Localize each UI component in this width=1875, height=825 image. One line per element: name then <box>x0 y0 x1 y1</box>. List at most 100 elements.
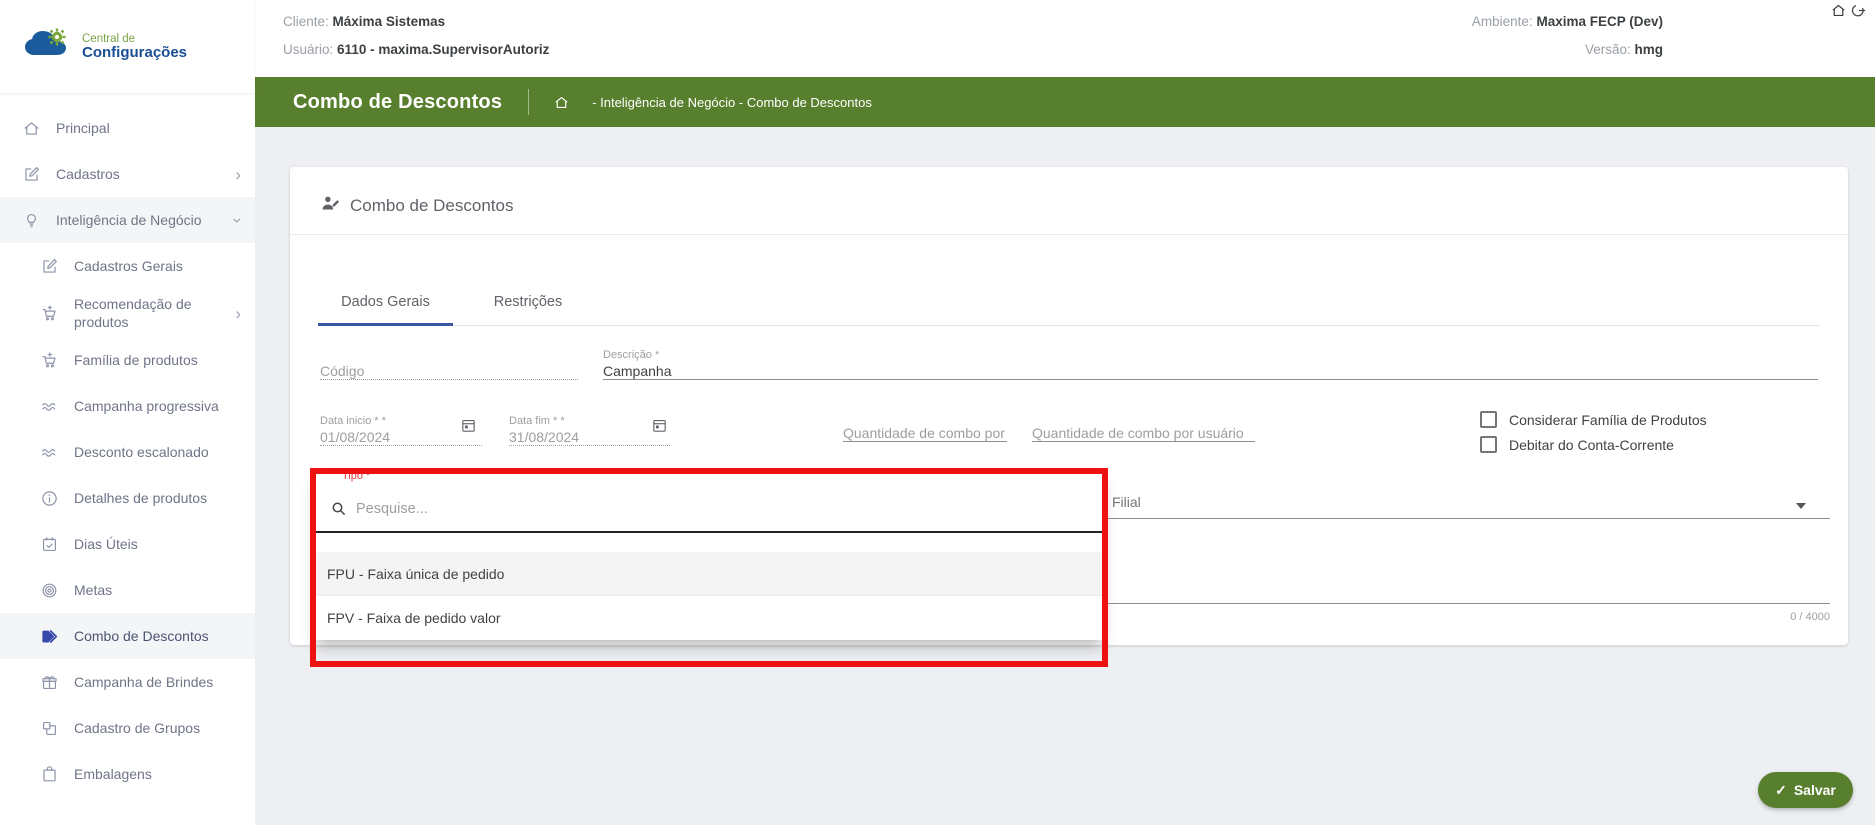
header-divider <box>528 89 529 115</box>
sidebar: PrincipalCadastros›Inteligência de Negóc… <box>0 93 255 825</box>
dropdown-option[interactable]: FPU - Faixa única de pedido <box>316 552 1102 596</box>
data-inicio-input[interactable] <box>320 429 482 446</box>
dropdown-options: FPU - Faixa única de pedidoFPV - Faixa d… <box>316 552 1102 640</box>
version-label: Versão: <box>1585 42 1631 57</box>
sidebar-item-cadastros[interactable]: Cadastros › <box>0 151 255 197</box>
edit-icon <box>22 165 41 184</box>
sidebar-item-label: Família de produtos <box>74 345 241 375</box>
sidebar-item-inteligencia-de-negocio[interactable]: Inteligência de Negócio › <box>0 197 255 243</box>
sidebar-item-campanha-progressiva[interactable]: Campanha progressiva <box>0 383 255 429</box>
char-counter: 0 / 4000 <box>1790 611 1830 623</box>
breadcrumb: - Inteligência de Negócio - Combo de Des… <box>592 95 872 110</box>
user-info: Usuário: 6110 - maxima.SupervisorAutoriz <box>283 42 549 57</box>
cart-icon <box>40 351 59 370</box>
sidebar-item-detalhes-de-produtos[interactable]: Detalhes de produtos <box>0 475 255 521</box>
calendar-icon[interactable] <box>460 417 477 434</box>
codigo-input[interactable] <box>320 363 578 380</box>
home-icon[interactable] <box>1830 2 1847 19</box>
card-title: Combo de Descontos <box>350 196 513 216</box>
sidebar-item-label: Cadastros <box>56 159 220 189</box>
save-button-label: Salvar <box>1794 782 1836 798</box>
qtd-combo-cliente-input[interactable] <box>843 425 1007 442</box>
app-logo[interactable]: Central de Configurações <box>0 0 255 93</box>
app-logo-text: Central de Configurações <box>82 33 187 61</box>
logo-line2: Configurações <box>82 45 187 61</box>
dropdown-option[interactable]: FPV - Faixa de pedido valor <box>316 596 1102 640</box>
checkbox-icon[interactable] <box>1480 411 1497 428</box>
sidebar-item-label: Combo de Descontos <box>74 621 241 651</box>
search-underline <box>316 531 1102 533</box>
checkbox-label: Debitar do Conta-Corrente <box>1509 437 1674 453</box>
sidebar-item-label: Inteligência de Negócio <box>56 205 220 235</box>
sidebar-item-principal[interactable]: Principal <box>0 105 255 151</box>
chevron-down-icon: › <box>230 217 247 223</box>
filial-underline <box>1100 518 1830 519</box>
home-icon <box>22 119 41 138</box>
target-icon <box>40 581 59 600</box>
save-button[interactable]: ✓ Salvar <box>1758 772 1853 808</box>
tipo-dropdown-panel: FPU - Faixa única de pedidoFPV - Faixa d… <box>316 474 1102 640</box>
waves-icon <box>40 443 59 462</box>
calendar-icon[interactable] <box>651 417 668 434</box>
edit-icon <box>40 257 59 276</box>
chevron-right-icon: › <box>235 166 241 183</box>
checkbox-icon[interactable] <box>1480 436 1497 453</box>
chevron-right-icon: › <box>235 305 241 322</box>
user-value: 6110 - maxima.SupervisorAutoriz <box>337 42 549 57</box>
version-info: Versão: hmg <box>1585 42 1663 57</box>
environment-info: Ambiente: Maxima FECP (Dev) <box>1472 14 1663 29</box>
dropdown-search-input[interactable] <box>356 501 1036 517</box>
groups-icon <box>40 719 59 738</box>
filial-label: Filial <box>1112 494 1141 510</box>
tab-baseline <box>318 325 1820 326</box>
sidebar-item-label: Campanha de Brindes <box>74 667 241 697</box>
active-tab-indicator <box>318 323 453 326</box>
tab-dados-gerais[interactable]: Dados Gerais <box>318 279 453 325</box>
sidebar-item-label: Campanha progressiva <box>74 391 241 421</box>
sidebar-item-combo-de-descontos[interactable]: Combo de Descontos <box>0 613 255 659</box>
sidebar-item-desconto-escalonado[interactable]: Desconto escalonado <box>0 429 255 475</box>
page-header: Combo de Descontos - Inteligência de Neg… <box>255 77 1875 127</box>
cart-icon <box>40 304 59 323</box>
qtd-combo-usuario-input[interactable] <box>1032 425 1255 442</box>
package-icon <box>40 765 59 784</box>
tag-icon <box>40 627 59 646</box>
environment-value: Maxima FECP (Dev) <box>1536 14 1663 29</box>
logo-line1: Central de <box>82 33 187 45</box>
sidebar-item-label: Dias Úteis <box>74 529 241 559</box>
sidebar-item-cadastros-gerais[interactable]: Cadastros Gerais <box>0 243 255 289</box>
breadcrumb-home-icon[interactable] <box>553 94 570 111</box>
sidebar-item-label: Metas <box>74 575 241 605</box>
sidebar-item-campanha-de-brindes[interactable]: Campanha de Brindes <box>0 659 255 705</box>
tab-bar: Dados GeraisRestrições <box>318 279 603 325</box>
sidebar-item-label: Recomendação de produtos <box>74 289 220 337</box>
search-icon <box>330 500 348 518</box>
logout-icon[interactable] <box>1850 2 1867 19</box>
tipo-label: Tipo * <box>342 470 370 482</box>
sidebar-item-metas[interactable]: Metas <box>0 567 255 613</box>
checkbox-label: Considerar Família de Produtos <box>1509 412 1707 428</box>
card-divider <box>290 234 1848 235</box>
sidebar-item-cadastro-de-grupos[interactable]: Cadastro de Grupos <box>0 705 255 751</box>
checkbox-considerar-familia-de-produtos[interactable]: Considerar Família de Produtos <box>1480 411 1707 428</box>
version-value: hmg <box>1635 42 1664 57</box>
client-info: Cliente: Máxima Sistemas <box>283 14 445 29</box>
sidebar-item-label: Principal <box>56 113 241 143</box>
checkbox-debitar-do-conta-corrente[interactable]: Debitar do Conta-Corrente <box>1480 436 1674 453</box>
environment-label: Ambiente: <box>1472 14 1533 29</box>
sidebar-item-label: Cadastros Gerais <box>74 251 241 281</box>
data-fim-label: Data fim * * <box>509 415 565 427</box>
tab-restricoes[interactable]: Restrições <box>453 279 603 325</box>
sidebar-item-recomendacao-de-produtos[interactable]: Recomendação de produtos › <box>0 289 255 337</box>
cloud-gear-logo-icon <box>22 27 74 66</box>
waves-icon <box>40 397 59 416</box>
data-fim-input[interactable] <box>509 429 670 446</box>
sidebar-item-embalagens[interactable]: Embalagens <box>0 751 255 797</box>
sidebar-item-label: Embalagens <box>74 759 241 789</box>
sidebar-item-dias-uteis[interactable]: Dias Úteis <box>0 521 255 567</box>
sidebar-item-familia-de-produtos[interactable]: Família de produtos <box>0 337 255 383</box>
descricao-input[interactable] <box>603 363 1818 380</box>
card-header: Combo de Descontos <box>320 193 513 219</box>
dropdown-arrow-icon[interactable] <box>1796 503 1806 509</box>
client-label: Cliente: <box>283 14 329 29</box>
